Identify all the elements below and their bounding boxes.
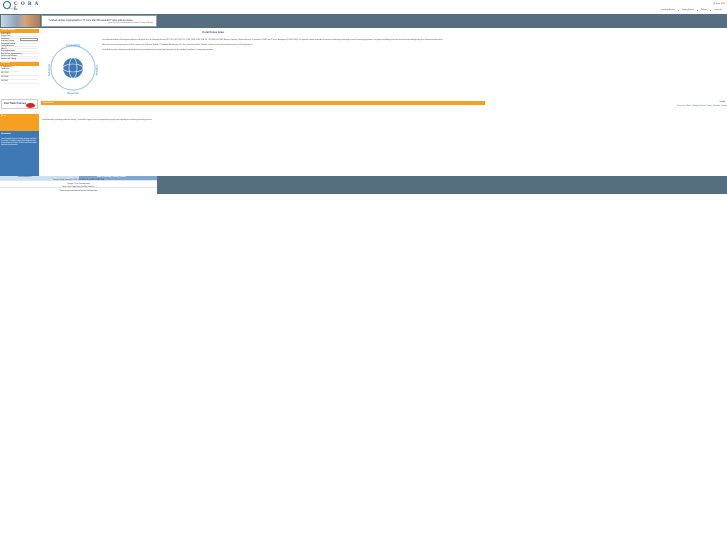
sidebar-item-iso20000[interactable]: ISO 20000 [1,77,38,80]
sidebar-info-panel: Information Coral Consulting Group is a … [0,131,39,176]
footer-nav-label: Home | Consulting | Training | Contact [97,176,126,178]
sidebar-item-iso27001[interactable]: ISO 27001 [1,73,38,76]
sidebar-info-text: Coral Consulting Group is a leading comp… [1,139,37,146]
focus-word-solutions: Solutions [47,63,51,76]
focus-word-consulting: Consulting [66,43,81,47]
banner-headline: "I visited various cryptography in IT mo… [48,18,133,22]
fast-track-label: Fast Track Courses [4,102,27,105]
intro-text: Coral dedicated to deliver the managemen… [102,40,662,56]
banner-image [1,15,40,27]
news-section-title: Latest News [43,101,54,104]
sidebar-search-input[interactable] [20,38,38,41]
intro-paragraph: With a track record of strong experience… [102,45,253,47]
nav-link-contact[interactable]: Contact Us [710,10,725,11]
footer-line[interactable]: Security & Quality Training | ISO 27001 … [0,180,157,181]
focus-area-logo: Consulting Training Services Solutions [47,43,99,95]
top-navigation: Consulting Services Training Services Pa… [658,10,725,11]
body-text: Coral dedicated to providing world-class… [42,120,153,121]
sidebar-news-title: News [1,115,6,117]
banner-advert[interactable]: "I visited various cryptography in IT mo… [41,15,157,27]
intro-paragraph: Our methods in project management method… [102,50,214,52]
banner-subline: join us now for our recent seminar on th… [108,23,153,24]
fast-track-courses-banner[interactable]: Fast Track Courses [1,99,38,109]
nav-link-partners[interactable]: Partners [697,10,710,11]
focus-word-services: Services [67,91,79,95]
page-title: Coral Focus Area [202,31,224,34]
sidebar-item-certification[interactable]: IT Professional Certification [1,67,19,72]
nav-link-consulting[interactable]: Consulting Services [658,10,678,11]
sidebar-item-iso9000[interactable]: ISO 9000 [1,81,38,84]
footer-nav[interactable]: Home | Consulting | Training | Contact [79,176,157,180]
footer-line: Website designed and maintained by Coral… [0,190,157,192]
current-date: 26 June 2011 [713,2,725,5]
logo-mark-icon [3,1,11,9]
sidebar-section-resources: Resources [0,62,39,66]
coral-logo[interactable]: C O R A L coral consulting group [2,0,40,12]
focus-word-training: Training [95,65,99,76]
view-all-link[interactable]: View All [719,102,725,103]
footer-mailing-list[interactable]: Join our Mailing List [0,176,79,180]
sidebar-news-panel: News [0,114,39,131]
logo-text: C O R A L [14,2,39,12]
section-links[interactable]: Current Issue | Events | Upcoming Course… [677,106,727,107]
sidebar-info-title: Information [1,133,11,135]
footer-line[interactable]: Terms of Use | Privacy Policy | Site Map… [0,187,157,188]
footer-mailing-list-label: Join our Mailing List [18,176,32,178]
news-section-right: View All [486,101,727,105]
news-section-bar: Latest News [41,101,485,105]
logo-tagline: coral consulting group [4,9,18,10]
footer-line: Copyright © Coral Consulting Group [0,183,157,185]
sidebar-section-services: CORAL Services [0,29,39,33]
intro-paragraph: Coral dedicated to deliver the managemen… [102,40,443,41]
fast-track-badge-icon [26,102,35,108]
nav-link-training[interactable]: Training Services [677,10,697,11]
